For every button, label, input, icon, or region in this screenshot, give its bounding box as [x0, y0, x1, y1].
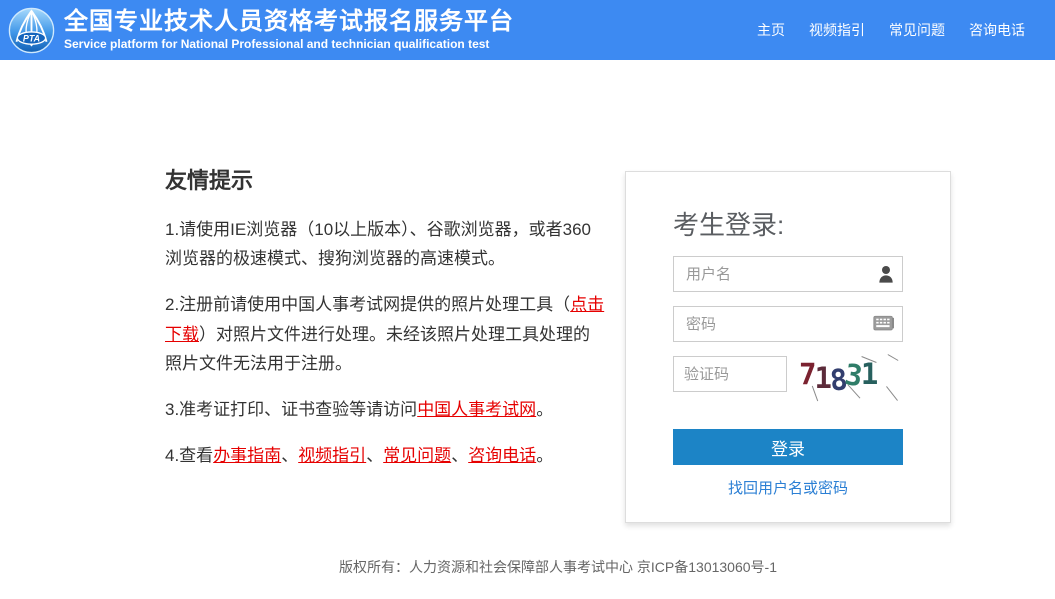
- nav-home-link[interactable]: 主页: [757, 20, 785, 40]
- header: PTA 全国专业技术人员资格考试报名服务平台 Service platform …: [0, 0, 1055, 60]
- captcha-row: 71831: [673, 353, 903, 402]
- captcha-digit: 1: [860, 357, 879, 391]
- tip-paragraph: 1.请使用IE浏览器（10以上版本）、谷歌浏览器，或者360浏览器的极速模式、搜…: [165, 220, 592, 269]
- captcha-image[interactable]: 71831: [799, 353, 903, 402]
- captcha-digit: 7: [799, 357, 817, 391]
- nav-faq-link[interactable]: 常见问题: [889, 20, 945, 40]
- tips-heading: 友情提示: [165, 168, 254, 193]
- password-input[interactable]: [673, 306, 903, 342]
- password-field: [673, 306, 903, 342]
- site-subtitle: Service platform for National Profession…: [64, 37, 490, 52]
- username-input[interactable]: [673, 256, 903, 292]
- footer: 版权所有：人力资源和社会保障部人事考试中心 京ICP备13013060号-1: [165, 557, 951, 577]
- tip-paragraph: 4.查看办事指南、视频指引、常见问题、咨询电话。: [165, 446, 554, 466]
- faq-link[interactable]: 常见问题: [383, 446, 451, 465]
- captcha-input[interactable]: [673, 356, 787, 392]
- login-heading: 考生登录:: [673, 210, 785, 240]
- photo-tool-download-link[interactable]: 点击下载: [165, 295, 604, 343]
- video-guide-link[interactable]: 视频指引: [298, 446, 366, 465]
- tips-list: 1.请使用IE浏览器（10以上版本）、谷歌浏览器，或者360浏览器的极速模式、搜…: [165, 215, 605, 471]
- consult-phone-link[interactable]: 咨询电话: [468, 446, 536, 465]
- site-logo-icon[interactable]: PTA: [8, 7, 55, 54]
- forgot-credentials-link[interactable]: 找回用户名或密码: [673, 477, 903, 498]
- tips-section: 友情提示 1.请使用IE浏览器（10以上版本）、谷歌浏览器，或者360浏览器的极…: [165, 163, 605, 523]
- header-nav: 主页 视频指引 常见问题 咨询电话: [757, 20, 1025, 40]
- copyright-text: 版权所有：人力资源和社会保障部人事考试中心 京ICP备13013060号-1: [339, 559, 777, 575]
- login-panel: 考生登录: 用户名 验证码 7 1 8 3 1 登录 找回用户名或密码: [625, 171, 951, 523]
- logo-text: PTA: [23, 33, 40, 43]
- tip-paragraph: 3.准考证打印、证书查验等请访问中国人事考试网。: [165, 400, 554, 420]
- title-block: 全国专业技术人员资格考试报名服务平台 Service platform for …: [64, 8, 514, 52]
- login-button[interactable]: 登录: [673, 429, 903, 465]
- tip-paragraph: 2.注册前请使用中国人事考试网提供的照片处理工具（点击下载）对照片文件进行处理。…: [165, 295, 605, 373]
- service-guide-link[interactable]: 办事指南: [213, 446, 281, 465]
- nav-consult-phone-link[interactable]: 咨询电话: [969, 20, 1025, 40]
- captcha-noise-line: [886, 386, 898, 401]
- user-icon: [878, 265, 894, 283]
- cpta-website-link[interactable]: 中国人事考试网: [417, 400, 536, 419]
- keyboard-icon: [873, 315, 894, 332]
- username-field: [673, 256, 903, 292]
- captcha-noise-line: [887, 354, 899, 361]
- nav-video-guide-link[interactable]: 视频指引: [809, 20, 865, 40]
- site-title: 全国专业技术人员资格考试报名服务平台: [64, 7, 514, 35]
- main-content: 友情提示 1.请使用IE浏览器（10以上版本）、谷歌浏览器，或者360浏览器的极…: [165, 60, 951, 523]
